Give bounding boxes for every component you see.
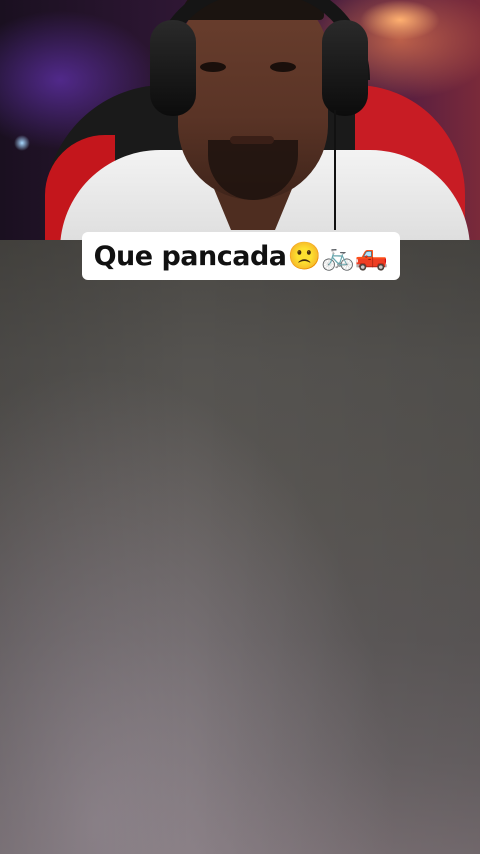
caption-emojis: 🙁🚲🛻	[287, 240, 389, 272]
headphone-left-icon	[150, 20, 196, 116]
video-frame: Que pancada 🙁🚲🛻	[0, 0, 480, 854]
headphone-right-icon	[322, 20, 368, 116]
caption-bubble: Que pancada 🙁🚲🛻	[82, 232, 400, 280]
caption-text: Que pancada	[93, 240, 287, 272]
main-video-area[interactable]	[0, 240, 480, 854]
headphone-cable	[334, 110, 336, 230]
mouth	[230, 136, 274, 144]
blue-led	[14, 135, 30, 151]
lamp-light	[360, 0, 440, 40]
video-shade	[0, 240, 480, 854]
streamer-webcam	[0, 0, 480, 240]
